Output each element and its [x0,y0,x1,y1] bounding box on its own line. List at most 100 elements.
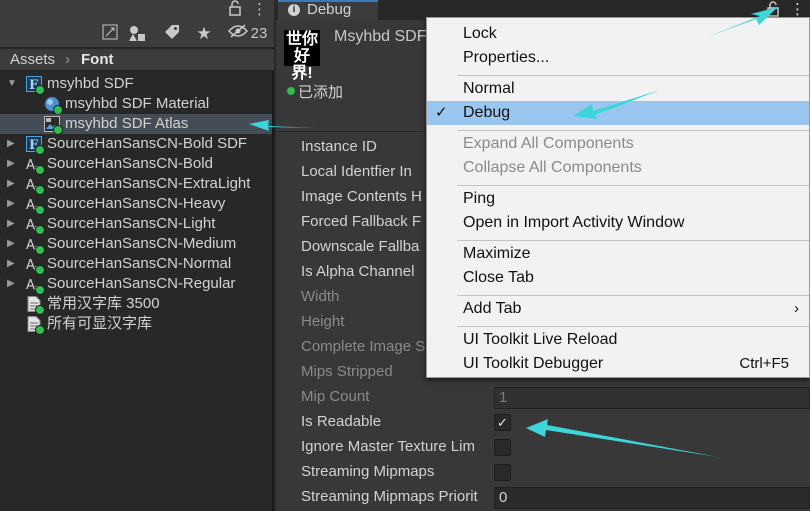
prop-instance-id: Instance ID [301,138,377,155]
menu-separator [457,130,809,131]
prop-is-readable: Is Readable [301,413,382,430]
prop-ignore-master-texture-limit: Ignore Master Texture Lim [301,438,475,455]
material-icon [44,96,63,115]
breadcrumb-separator: › [65,51,70,68]
menu-item-label: Properties... [463,49,550,66]
prop-mip-count: Mip Count [301,388,370,405]
menu-item-maximize[interactable]: Maximize [427,242,809,266]
menu-item-label: Maximize [463,245,531,262]
hidden-packages-eye-icon[interactable] [227,24,249,44]
texture-icon [44,116,63,135]
added-status-dot-icon [287,87,295,95]
submenu-chevron-icon: › [794,300,799,317]
menu-separator [457,185,809,186]
menu-item-label: Open in Import Activity Window [463,214,685,231]
menu-item-ui-toolkit-debugger[interactable]: UI Toolkit Debugger Ctrl+F5 [427,352,809,376]
prop-forced-fallback-format: Forced Fallback F [301,213,422,230]
asset-preview-thumbnail: 世你 好界! [284,30,320,82]
font-file-icon: Aa [26,216,45,235]
prop-width: Width [301,288,340,305]
fold-closed-icon[interactable]: ▶ [7,234,15,254]
is-readable-checkbox[interactable]: ✓ [494,414,511,431]
menu-item-ping[interactable]: Ping [427,187,809,211]
mip-count-field: 1 [494,387,810,409]
menu-item-properties[interactable]: Properties... [427,46,809,70]
menu-item-expand-all-components: Expand All Components [427,132,809,156]
thumb-text-line2: 好界! [291,48,313,82]
lock-icon[interactable] [228,0,242,20]
tree-row-label: msyhbd SDF Material [65,95,210,112]
kebab-menu-icon[interactable]: ⋮ [252,0,267,20]
breadcrumb: Assets › Font [0,49,274,71]
asset-title: Msyhbd SDF [334,28,427,45]
tree-row-label: 常用汉字库 3500 [47,295,160,312]
filter-by-label-icon[interactable] [162,24,182,44]
tree-row-label: msyhbd SDF Atlas [65,115,189,132]
menu-item-label: Expand All Components [463,135,634,152]
menu-item-label: UI Toolkit Debugger [463,355,604,372]
tree-row-label: SourceHanSansCN-Normal [47,255,232,272]
fold-closed-icon[interactable]: ▶ [7,274,15,294]
menu-item-lock[interactable]: Lock [427,22,809,46]
project-panel: ⋮ ★ 23 Assets › Font ▼ F msyhbd SDF msyh… [0,0,274,511]
ignore-master-texture-limit-checkbox[interactable] [494,439,511,456]
menu-item-label: Collapse All Components [463,159,642,176]
project-toolbar: ★ 23 [0,20,274,48]
prop-streaming-mipmaps: Streaming Mipmaps [301,463,435,480]
fold-open-icon[interactable]: ▼ [7,74,17,94]
tree-row-sourcehansanscn-heavy[interactable]: ▶ Aa SourceHanSansCN-Heavy [0,194,272,215]
fold-closed-icon[interactable]: ▶ [7,134,15,154]
fold-closed-icon[interactable]: ▶ [7,254,15,274]
menu-item-label: UI Toolkit Live Reload [463,331,618,348]
menu-item-label: Add Tab [463,300,522,317]
streaming-mipmaps-checkbox[interactable] [494,464,511,481]
menu-item-open-import-activity[interactable]: Open in Import Activity Window [427,211,809,235]
added-status-label: 已添加 [298,84,344,101]
prop-image-contents-hash: Image Contents H [301,188,422,205]
streaming-mipmaps-priority-field[interactable]: 0 [494,487,810,509]
search-by-type-icon[interactable] [100,24,120,44]
fold-closed-icon[interactable]: ▶ [7,154,15,174]
tree-row-sourcehansanscn-medium[interactable]: ▶ Aa SourceHanSansCN-Medium [0,234,272,255]
tree-row-sourcehansanscn-bold[interactable]: ▶ Aa SourceHanSansCN-Bold [0,154,272,175]
menu-item-debug[interactable]: ✓ Debug [427,101,809,125]
fold-closed-icon[interactable]: ▶ [7,214,15,234]
breadcrumb-assets[interactable]: Assets [10,51,55,68]
tree-row-common-chars-3500[interactable]: 常用汉字库 3500 [0,294,272,315]
fold-closed-icon[interactable]: ▶ [7,194,15,214]
tree-row-sourcehansanscn-bold-sdf[interactable]: ▶ F SourceHanSansCN-Bold SDF [0,134,272,155]
tab-debug[interactable]: i Debug [278,0,378,20]
menu-item-label: Lock [463,25,497,42]
menu-item-normal[interactable]: Normal [427,77,809,101]
tree-row-msyhbd-sdf-atlas[interactable]: msyhbd SDF Atlas [0,114,272,135]
font-asset-icon: F [26,136,45,155]
favorites-star-icon[interactable]: ★ [194,24,214,44]
menu-item-add-tab[interactable]: Add Tab › [427,297,809,321]
breadcrumb-font[interactable]: Font [81,51,113,68]
tree-row-msyhbd-sdf[interactable]: ▼ F msyhbd SDF [0,74,272,95]
font-file-icon: Aa [26,276,45,295]
inspector-context-menu: Lock Properties... Normal ✓ Debug Expand… [426,17,810,378]
tree-row-sourcehansanscn-normal[interactable]: ▶ Aa SourceHanSansCN-Normal [0,254,272,275]
text-file-icon [26,316,45,335]
menu-item-label: Debug [463,104,511,121]
tree-row-sourcehansanscn-extralight[interactable]: ▶ Aa SourceHanSansCN-ExtraLight [0,174,272,195]
tree-row-sourcehansanscn-regular[interactable]: ▶ Aa SourceHanSansCN-Regular [0,274,272,295]
filter-by-type-icon[interactable] [128,24,148,44]
prop-is-alpha-channel: Is Alpha Channel [301,263,415,280]
menu-item-label: Ping [463,190,496,207]
prop-complete-image-size: Complete Image S [301,338,426,355]
checkmark-icon: ✓ [435,104,448,121]
tree-row-label: SourceHanSansCN-Light [47,215,216,232]
menu-item-close-tab[interactable]: Close Tab [427,266,809,290]
tree-row-all-displayable-chars[interactable]: 所有可显汉字库 [0,314,272,335]
inspector-kebab-menu-icon[interactable]: ⋮ [790,0,805,18]
menu-separator [457,295,809,296]
fold-closed-icon[interactable]: ▶ [7,174,15,194]
tree-row-msyhbd-sdf-material[interactable]: msyhbd SDF Material [0,94,272,115]
tree-row-label: SourceHanSansCN-Medium [47,235,237,252]
tree-row-sourcehansanscn-light[interactable]: ▶ Aa SourceHanSansCN-Light [0,214,272,235]
menu-item-ui-toolkit-live-reload[interactable]: UI Toolkit Live Reload [427,328,809,352]
prop-height: Height [301,313,345,330]
prop-mips-stripped: Mips Stripped [301,363,393,380]
